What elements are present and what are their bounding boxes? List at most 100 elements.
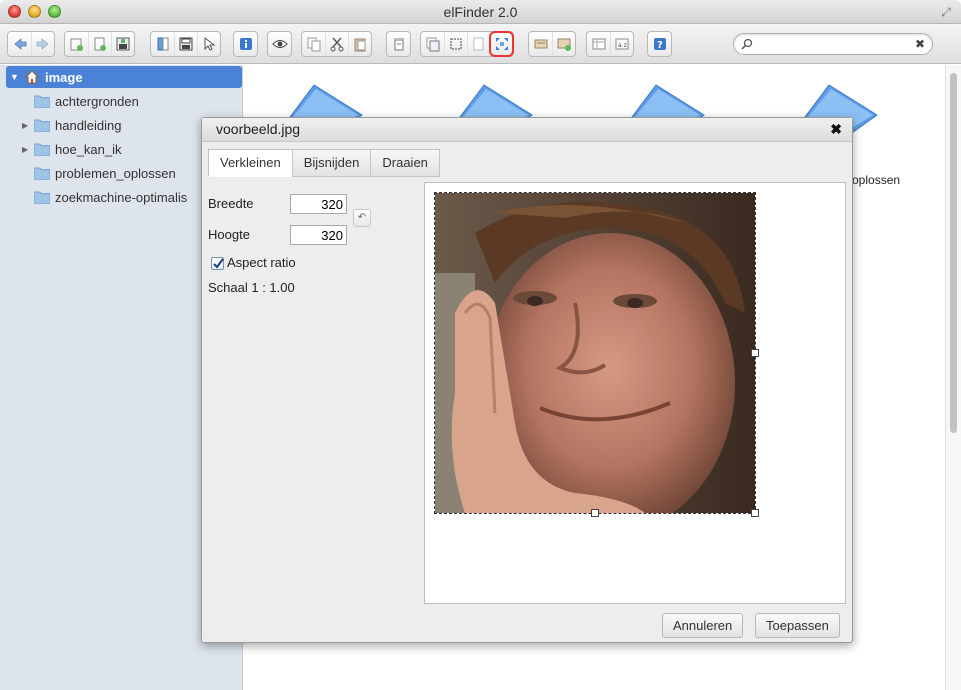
tree-item-label: zoekmachine-optimalis bbox=[55, 189, 188, 205]
new-file-button[interactable] bbox=[88, 32, 111, 56]
dialog-tabs: Verkleinen Bijsnijden Draaien bbox=[208, 149, 440, 177]
scroll-thumb[interactable] bbox=[950, 73, 957, 433]
copy-button[interactable] bbox=[302, 32, 325, 56]
resize-dialog: voorbeeld.jpg ✖ Verkleinen Bijsnijden Dr… bbox=[201, 117, 853, 643]
new-folder-icon bbox=[70, 38, 83, 51]
sort-button[interactable]: a z bbox=[610, 32, 633, 56]
height-input[interactable] bbox=[290, 225, 347, 245]
tree-root-image[interactable]: ▼ image bbox=[6, 66, 242, 88]
width-label: Breedte bbox=[208, 196, 254, 211]
resize-handle-right[interactable] bbox=[751, 349, 759, 357]
remove-button[interactable] bbox=[387, 32, 410, 56]
duplicate-icon bbox=[426, 37, 439, 52]
preview-group bbox=[267, 31, 292, 57]
tree-item-label: problemen_oplossen bbox=[55, 165, 176, 181]
create-group bbox=[64, 31, 135, 57]
info-icon bbox=[239, 38, 252, 50]
folder-icon bbox=[34, 119, 50, 132]
scale-text: Schaal 1 : 1.00 bbox=[208, 280, 295, 295]
select-icon bbox=[204, 36, 216, 51]
new-file-icon bbox=[94, 37, 106, 51]
preview-button[interactable] bbox=[268, 32, 291, 56]
extract-button[interactable] bbox=[529, 32, 552, 56]
open-icon bbox=[157, 37, 168, 51]
trash-icon bbox=[393, 38, 404, 51]
tree-item-label: hoe_kan_ik bbox=[55, 141, 122, 157]
svg-text:a z: a z bbox=[618, 42, 627, 49]
tab-verkleinen[interactable]: Verkleinen bbox=[208, 149, 292, 177]
search-box: ✖ bbox=[733, 33, 933, 55]
tree-item-achtergronden[interactable]: achtergronden bbox=[0, 90, 243, 112]
open-button[interactable] bbox=[151, 32, 174, 56]
duplicate-button[interactable] bbox=[421, 32, 444, 56]
svg-text:?: ? bbox=[657, 40, 663, 51]
view-group: a z bbox=[586, 31, 634, 57]
new-folder-button[interactable] bbox=[65, 32, 88, 56]
apply-button[interactable]: Toepassen bbox=[755, 613, 840, 638]
folder-icon bbox=[34, 95, 50, 108]
dialog-title: voorbeeld.jpg bbox=[216, 121, 301, 137]
cut-button[interactable] bbox=[325, 32, 348, 56]
resize-handle-corner[interactable] bbox=[751, 509, 759, 517]
edit-icon bbox=[473, 37, 484, 51]
collapsed-arrow-icon[interactable]: ▶ bbox=[22, 121, 28, 130]
save-icon bbox=[179, 37, 193, 51]
undo-icon: ↶ bbox=[357, 212, 367, 223]
aspect-ratio-checkbox[interactable] bbox=[211, 257, 224, 270]
rename-button[interactable] bbox=[444, 32, 467, 56]
info-button[interactable] bbox=[234, 32, 257, 56]
file-label: oplossen bbox=[852, 173, 901, 187]
resize-button[interactable] bbox=[489, 31, 514, 57]
height-label: Hoogte bbox=[208, 227, 250, 242]
upload-icon bbox=[116, 37, 130, 51]
checkmark-icon bbox=[213, 258, 224, 269]
expand-arrow-icon[interactable]: ▼ bbox=[10, 72, 22, 82]
search-icon bbox=[741, 38, 753, 50]
resize-handle-bottom[interactable] bbox=[591, 509, 599, 517]
scrollbar[interactable] bbox=[945, 65, 961, 690]
paste-button[interactable] bbox=[348, 32, 371, 56]
resize-icon bbox=[496, 38, 508, 50]
forward-icon bbox=[36, 38, 49, 50]
list-view-icon bbox=[592, 38, 605, 50]
scissors-icon bbox=[330, 37, 344, 52]
collapsed-arrow-icon[interactable]: ▶ bbox=[22, 145, 28, 154]
close-dialog-icon[interactable]: ✖ bbox=[830, 121, 842, 138]
archive-icon bbox=[557, 38, 571, 51]
open-group bbox=[150, 31, 221, 57]
image-preview bbox=[424, 182, 846, 604]
remove-group bbox=[386, 31, 411, 57]
eye-icon bbox=[271, 40, 288, 48]
search-input[interactable] bbox=[756, 36, 906, 52]
width-input[interactable] bbox=[290, 194, 347, 214]
tree-item-label: achtergronden bbox=[55, 93, 139, 109]
help-button[interactable]: ? bbox=[648, 32, 671, 56]
copy-icon bbox=[307, 37, 320, 52]
clear-search-icon[interactable]: ✖ bbox=[915, 37, 925, 51]
portrait-image bbox=[435, 193, 755, 513]
select-button[interactable] bbox=[197, 32, 220, 56]
tab-bijsnijden[interactable]: Bijsnijden bbox=[291, 149, 371, 177]
preview-photo[interactable] bbox=[434, 192, 756, 514]
title-bar: elFinder 2.0 ⤢ bbox=[0, 0, 961, 24]
cancel-button[interactable]: Annuleren bbox=[662, 613, 744, 638]
archive-button[interactable] bbox=[552, 32, 575, 56]
back-button[interactable] bbox=[8, 32, 31, 56]
fullscreen-icon[interactable]: ⤢ bbox=[939, 5, 953, 19]
forward-button[interactable] bbox=[31, 32, 54, 56]
folder-icon bbox=[34, 167, 50, 180]
reset-size-button[interactable]: ↶ bbox=[353, 209, 371, 227]
edit-button[interactable] bbox=[467, 32, 490, 56]
dialog-titlebar[interactable]: voorbeeld.jpg ✖ bbox=[202, 118, 852, 142]
upload-button[interactable] bbox=[111, 32, 134, 56]
save-button[interactable] bbox=[174, 32, 197, 56]
edit-group bbox=[420, 31, 514, 57]
tab-draaien[interactable]: Draaien bbox=[370, 149, 440, 177]
clipboard-group bbox=[301, 31, 372, 57]
tree-item-label: handleiding bbox=[55, 117, 122, 133]
rename-icon bbox=[450, 38, 462, 50]
view-button[interactable] bbox=[587, 32, 610, 56]
history-group bbox=[7, 31, 55, 57]
sort-icon: a z bbox=[615, 38, 629, 50]
extract-icon bbox=[534, 39, 547, 49]
